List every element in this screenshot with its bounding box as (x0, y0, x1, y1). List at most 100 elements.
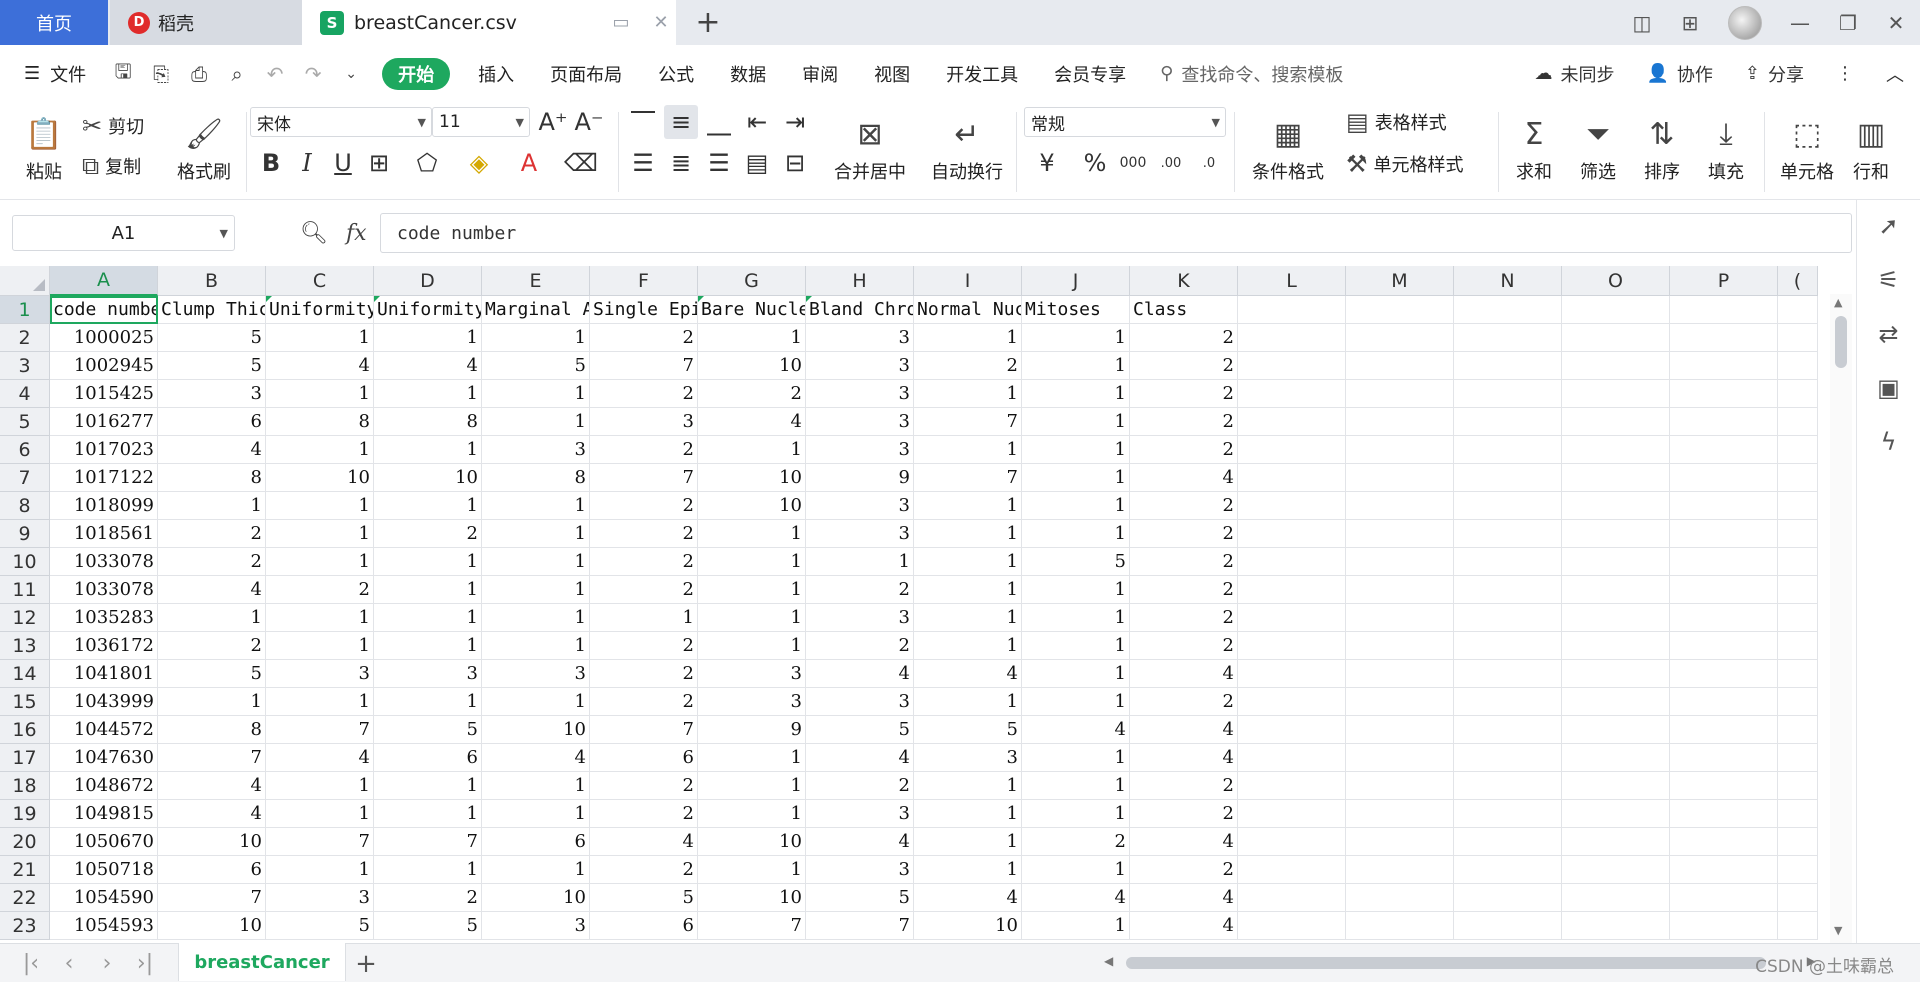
data-cell[interactable]: 10 (914, 912, 1022, 940)
empty-cell[interactable] (1670, 576, 1778, 604)
empty-cell[interactable] (1670, 604, 1778, 632)
empty-cell[interactable] (1238, 352, 1346, 380)
empty-cell[interactable] (1670, 352, 1778, 380)
data-cell[interactable]: 10 (158, 912, 266, 940)
data-cell[interactable]: 5 (590, 884, 698, 912)
data-cell[interactable]: 3 (266, 660, 374, 688)
header-cell[interactable]: Clump Thickness (158, 296, 266, 324)
data-cell[interactable]: 1 (698, 772, 806, 800)
empty-cell[interactable] (1346, 352, 1454, 380)
select-all-corner[interactable] (0, 266, 50, 296)
data-cell[interactable]: 1 (374, 800, 482, 828)
data-cell[interactable]: 1 (1022, 464, 1130, 492)
data-cell[interactable]: 4 (914, 660, 1022, 688)
empty-cell[interactable] (1454, 520, 1562, 548)
data-cell[interactable]: 1 (914, 856, 1022, 884)
scroll-thumb[interactable] (1835, 316, 1847, 368)
data-cell[interactable]: 2 (1130, 324, 1238, 352)
increase-font-icon[interactable]: A⁺ (536, 105, 570, 139)
empty-cell[interactable] (1562, 716, 1670, 744)
column-header[interactable]: G (698, 266, 806, 296)
image-tool-icon[interactable]: ▣ (1869, 372, 1909, 404)
header-cell[interactable]: Single Epithelial Cell Size (590, 296, 698, 324)
clear-format-icon[interactable]: ⌫ (564, 146, 598, 180)
empty-cell[interactable] (1670, 716, 1778, 744)
data-cell[interactable]: 3 (914, 744, 1022, 772)
empty-cell[interactable] (1454, 632, 1562, 660)
data-cell[interactable]: 1 (698, 744, 806, 772)
data-cell[interactable]: 4 (374, 352, 482, 380)
data-cell[interactable]: 2 (1130, 604, 1238, 632)
data-cell[interactable]: 1033078 (50, 576, 158, 604)
data-cell[interactable]: 2 (1130, 408, 1238, 436)
empty-cell[interactable] (1454, 436, 1562, 464)
empty-cell[interactable] (1562, 604, 1670, 632)
data-cell[interactable]: 5 (806, 884, 914, 912)
empty-cell[interactable] (1454, 604, 1562, 632)
empty-cell[interactable] (1454, 688, 1562, 716)
hscroll-thumb[interactable] (1126, 957, 1766, 969)
data-cell[interactable]: 1 (1022, 604, 1130, 632)
empty-cell[interactable] (1238, 828, 1346, 856)
scroll-left-icon[interactable]: ◀ (1104, 954, 1113, 968)
column-header[interactable]: O (1562, 266, 1670, 296)
empty-cell[interactable] (1562, 744, 1670, 772)
tab-home[interactable]: 首页 (0, 0, 108, 45)
empty-cell[interactable] (1454, 464, 1562, 492)
sum-button[interactable]: Σ 求和 (1504, 110, 1564, 190)
empty-cell[interactable] (1670, 772, 1778, 800)
empty-cell[interactable] (1454, 492, 1562, 520)
data-cell[interactable]: 7 (806, 912, 914, 940)
row-header[interactable]: 22 (0, 884, 50, 912)
data-cell[interactable]: 9 (698, 716, 806, 744)
column-header[interactable]: P (1670, 266, 1778, 296)
data-cell[interactable]: 1050718 (50, 856, 158, 884)
data-cell[interactable]: 1 (1022, 380, 1130, 408)
empty-cell[interactable] (1670, 380, 1778, 408)
sheet-tab-breastcancer[interactable]: breastCancer (178, 943, 346, 981)
data-cell[interactable]: 1 (158, 688, 266, 716)
data-cell[interactable]: 1 (482, 324, 590, 352)
data-cell[interactable]: 1 (374, 548, 482, 576)
header-cell[interactable]: Bland Chromatin (806, 296, 914, 324)
empty-cell[interactable] (1778, 408, 1818, 436)
data-cell[interactable]: 5 (374, 716, 482, 744)
underline-icon[interactable]: U (326, 146, 360, 180)
empty-cell[interactable] (1238, 296, 1346, 324)
data-cell[interactable]: 2 (590, 632, 698, 660)
data-cell[interactable]: 2 (590, 520, 698, 548)
data-cell[interactable]: 7 (158, 884, 266, 912)
empty-cell[interactable] (1454, 772, 1562, 800)
data-cell[interactable]: 7 (590, 464, 698, 492)
data-cell[interactable]: 6 (158, 408, 266, 436)
column-header[interactable]: E (482, 266, 590, 296)
empty-cell[interactable] (1562, 492, 1670, 520)
empty-cell[interactable] (1346, 380, 1454, 408)
data-cell[interactable]: 2 (590, 772, 698, 800)
new-tab-button[interactable]: + (690, 4, 726, 40)
function-icon[interactable]: fx (346, 221, 367, 246)
empty-cell[interactable] (1670, 744, 1778, 772)
data-cell[interactable]: 6 (482, 828, 590, 856)
data-cell[interactable]: 1 (914, 548, 1022, 576)
data-cell[interactable]: 1 (698, 632, 806, 660)
empty-cell[interactable] (1238, 464, 1346, 492)
column-header[interactable]: M (1346, 266, 1454, 296)
header-cell[interactable]: Mitoses (1022, 296, 1130, 324)
empty-cell[interactable] (1238, 408, 1346, 436)
empty-cell[interactable] (1778, 912, 1818, 940)
empty-cell[interactable] (1454, 296, 1562, 324)
column-header[interactable]: F (590, 266, 698, 296)
data-cell[interactable]: 1 (158, 492, 266, 520)
column-header[interactable]: D (374, 266, 482, 296)
empty-cell[interactable] (1238, 380, 1346, 408)
data-cell[interactable]: 1 (1022, 660, 1130, 688)
print-preview-icon[interactable]: ⌕ (218, 45, 256, 102)
distribute-icon[interactable]: ⊟ (778, 146, 812, 180)
data-cell[interactable]: 1035283 (50, 604, 158, 632)
data-cell[interactable]: 1 (482, 520, 590, 548)
column-header[interactable]: I (914, 266, 1022, 296)
data-cell[interactable]: 1043999 (50, 688, 158, 716)
empty-cell[interactable] (1670, 884, 1778, 912)
header-cell[interactable]: Marginal Adhesion (482, 296, 590, 324)
